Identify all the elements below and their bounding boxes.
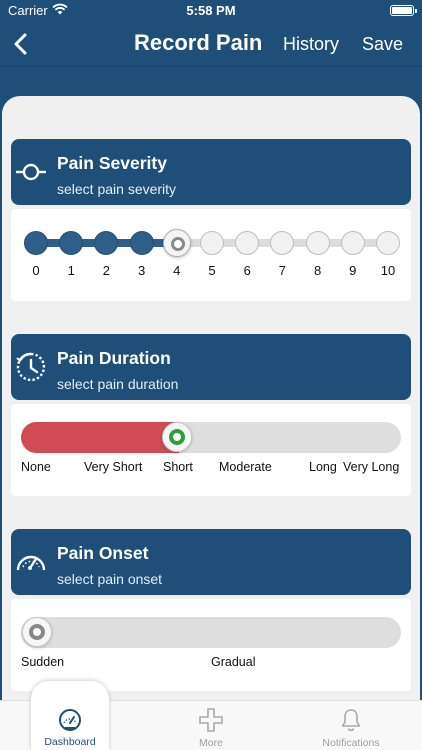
onset-thumb[interactable] xyxy=(22,617,52,647)
duration-option-short[interactable]: Short xyxy=(163,460,193,474)
severity-card: 0 1 2 3 4 5 6 7 8 9 10 xyxy=(11,209,411,301)
history-button[interactable]: History xyxy=(283,34,339,55)
severity-scale-label: 2 xyxy=(102,263,110,278)
onset-header: Pain Onset select pain onset xyxy=(11,529,411,595)
duration-option-none[interactable]: None xyxy=(21,460,51,474)
duration-thumb[interactable] xyxy=(162,422,192,452)
duration-subtitle: select pain duration xyxy=(57,376,179,392)
duration-option-long[interactable]: Long xyxy=(309,460,337,474)
severity-dot[interactable] xyxy=(305,231,330,255)
duration-header: Pain Duration select pain duration xyxy=(11,334,411,400)
slider-knob-icon xyxy=(16,163,46,181)
severity-thumb[interactable] xyxy=(162,229,191,257)
severity-dot[interactable] xyxy=(270,231,295,255)
tab-dashboard-label: Dashboard xyxy=(44,736,96,748)
duration-option-very-short[interactable]: Very Short xyxy=(84,460,142,474)
severity-scale-label: 3 xyxy=(137,263,146,278)
content-panel: Pain Severity select pain severity 0 1 2 3 4… xyxy=(2,96,420,716)
back-chevron-icon[interactable] xyxy=(8,30,36,58)
plus-icon xyxy=(199,708,223,732)
tab-notifications[interactable]: Notifications xyxy=(306,701,396,750)
severity-header: Pain Severity select pain severity xyxy=(11,139,411,205)
tab-more-label: More xyxy=(199,737,223,749)
severity-scale-label: 0 xyxy=(32,263,40,278)
onset-option-sudden[interactable]: Sudden xyxy=(21,655,64,669)
tab-more[interactable]: More xyxy=(166,701,256,750)
onset-option-gradual[interactable]: Gradual xyxy=(211,655,255,669)
severity-scale-label: 5 xyxy=(208,263,216,278)
severity-scale-label: 7 xyxy=(278,263,286,278)
severity-scale-label: 1 xyxy=(67,263,75,278)
duration-slider[interactable] xyxy=(11,404,411,464)
severity-scale-label: 9 xyxy=(349,263,357,278)
onset-card: Sudden Gradual xyxy=(11,599,411,691)
clock: 5:58 PM xyxy=(186,3,236,18)
tab-notifications-label: Notifications xyxy=(322,737,380,749)
severity-slider[interactable]: 0 1 2 3 4 5 6 7 8 9 10 xyxy=(11,209,411,301)
severity-dot[interactable] xyxy=(59,231,84,255)
severity-subtitle: select pain severity xyxy=(57,181,177,197)
severity-scale-label: 6 xyxy=(243,263,251,278)
page-title: Record Pain xyxy=(134,30,263,55)
dashboard-gauge-icon xyxy=(59,709,81,731)
nav-bar: Record Pain History Save xyxy=(0,22,422,66)
clock-icon xyxy=(16,352,46,382)
onset-slider[interactable] xyxy=(11,599,411,659)
tab-bar: Dashboard More Notifications xyxy=(0,681,422,750)
severity-dot[interactable] xyxy=(340,231,365,255)
severity-title: Pain Severity xyxy=(57,153,167,173)
severity-scale-label: 8 xyxy=(313,263,322,278)
onset-title: Pain Onset xyxy=(57,543,149,563)
duration-title: Pain Duration xyxy=(57,348,171,368)
severity-scale-label: 4 xyxy=(173,263,181,278)
severity-dot[interactable] xyxy=(24,231,48,255)
battery-icon xyxy=(390,5,417,16)
duration-option-very-long[interactable]: Very Long xyxy=(343,460,399,474)
severity-dot[interactable] xyxy=(129,231,154,255)
gauge-icon xyxy=(16,555,46,571)
tab-dashboard[interactable]: Dashboard xyxy=(31,681,109,750)
severity-dot[interactable] xyxy=(376,231,400,255)
severity-dot[interactable] xyxy=(235,231,260,255)
onset-subtitle: select pain onset xyxy=(57,571,163,587)
severity-dot[interactable] xyxy=(200,231,224,255)
duration-fill xyxy=(21,422,179,453)
save-button[interactable]: Save xyxy=(362,34,403,55)
bell-icon xyxy=(341,709,361,732)
onset-track xyxy=(21,617,401,648)
duration-option-moderate[interactable]: Moderate xyxy=(219,460,272,474)
status-bar: Carrier 5:58 PM xyxy=(0,0,422,22)
severity-dot[interactable] xyxy=(94,231,119,255)
nav-divider xyxy=(0,66,422,67)
severity-scale-label: 10 xyxy=(380,263,396,278)
duration-card: None Very Short Short Moderate Long Very… xyxy=(11,404,411,496)
